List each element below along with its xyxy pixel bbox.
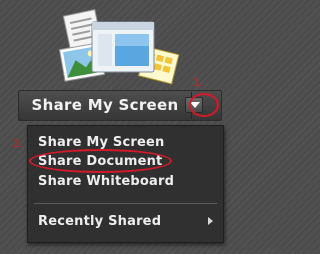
annotation-step-1: 1.: [193, 76, 204, 89]
menu-divider: [34, 203, 217, 204]
annotation-circle-dropdown: [189, 93, 219, 117]
share-button-label: Share My Screen: [31, 96, 179, 114]
menu-item-recently-shared[interactable]: Recently Shared: [38, 213, 161, 231]
annotation-ellipse-share-document: [29, 149, 172, 173]
share-menu: Share My Screen Share Document Share Whi…: [27, 125, 224, 243]
chevron-right-icon: [208, 217, 213, 225]
menu-item-share-whiteboard[interactable]: Share Whiteboard: [38, 173, 174, 191]
annotation-step-2: 2.: [13, 137, 24, 150]
share-documents-icon: [56, 4, 186, 89]
